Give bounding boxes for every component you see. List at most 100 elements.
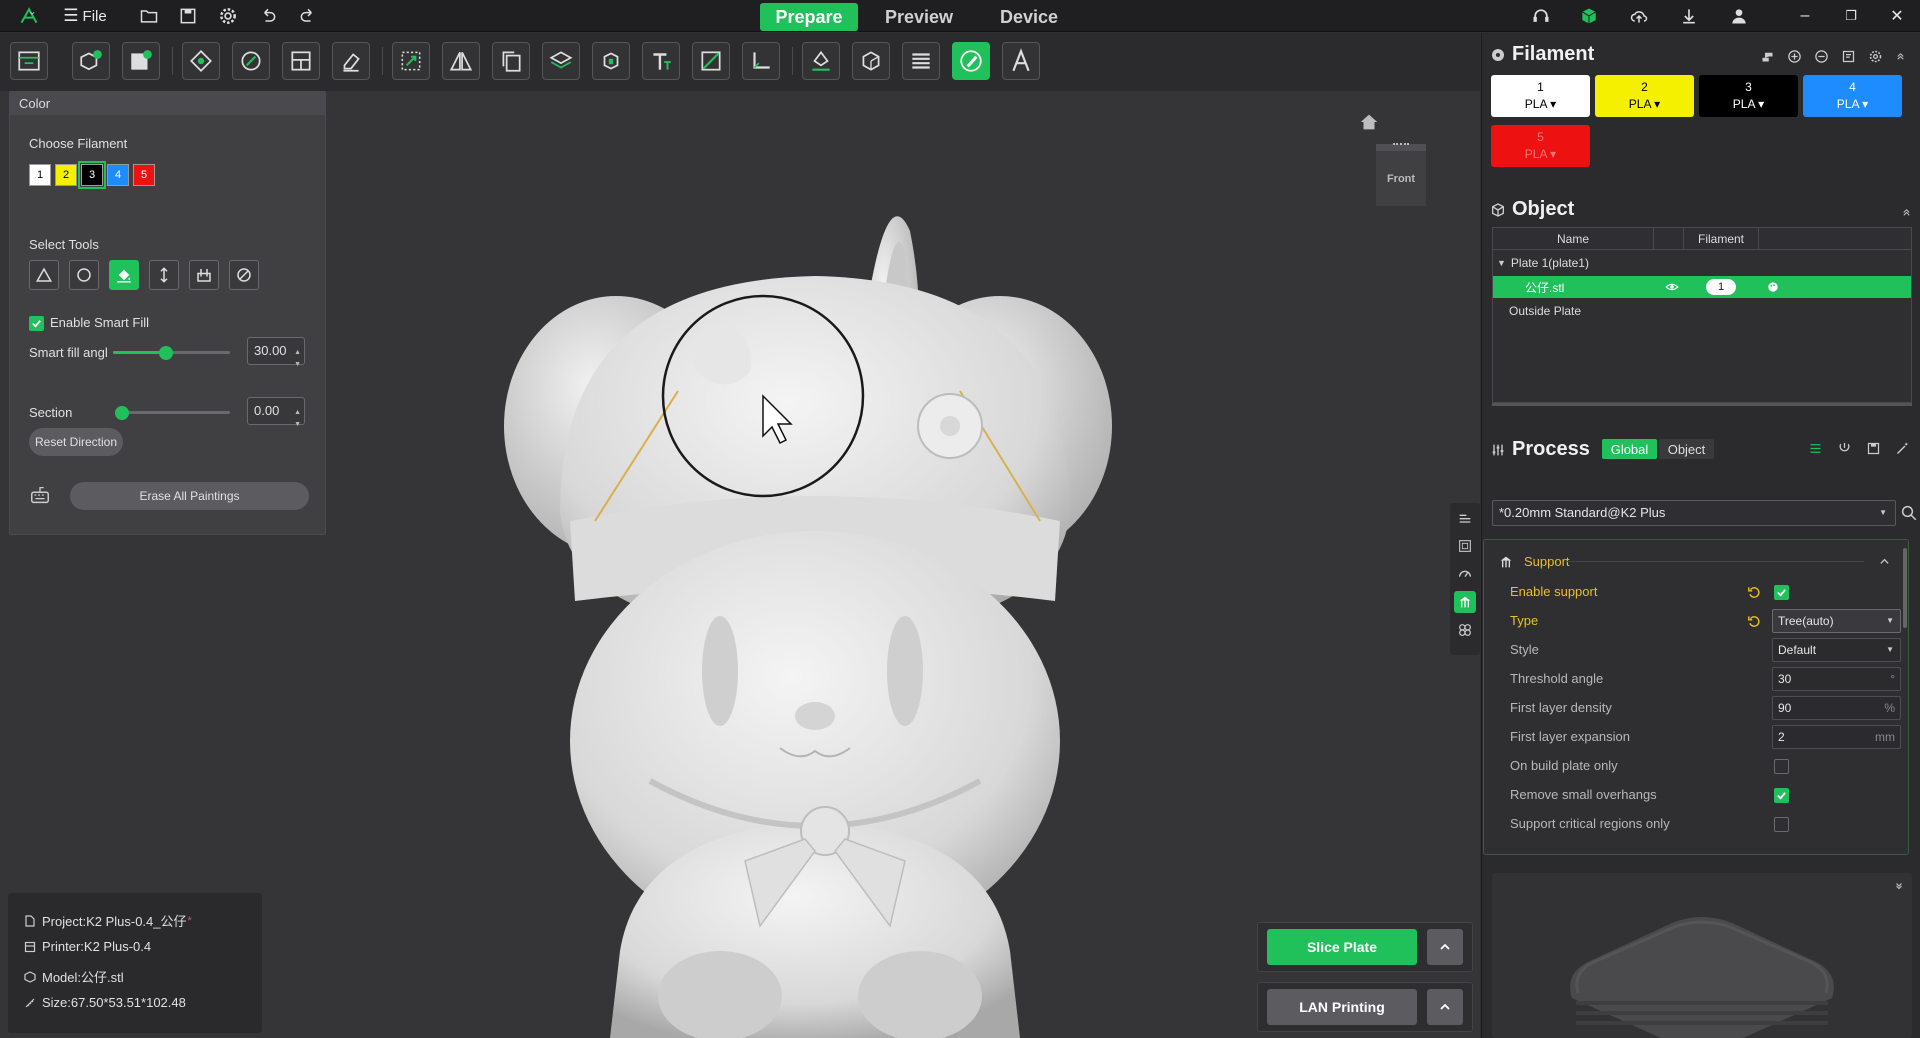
fill-tool[interactable] (109, 260, 139, 290)
orient-tool[interactable] (232, 42, 270, 80)
param-checkbox[interactable] (1774, 759, 1789, 774)
variable-layer-tool[interactable] (902, 42, 940, 80)
split-plate-tool[interactable] (282, 42, 320, 80)
gap-fill-tool[interactable] (189, 260, 219, 290)
triangle-tool[interactable] (29, 260, 59, 290)
redo-button[interactable] (294, 0, 322, 32)
category-quality[interactable] (1454, 507, 1476, 529)
smart-fill-slider-handle[interactable] (158, 345, 173, 360)
erase-all-paintings-button[interactable]: Erase All Paintings (70, 482, 309, 510)
hollow-tool[interactable] (852, 42, 890, 80)
cut-tool[interactable] (692, 42, 730, 80)
undo-button[interactable] (254, 0, 282, 32)
edit-preset-icon[interactable] (1841, 49, 1856, 64)
model-store-button[interactable] (1576, 0, 1602, 32)
process-scrollbar[interactable] (1903, 548, 1907, 628)
filament-swatch-5[interactable]: 5 (133, 164, 155, 186)
save-preset-icon[interactable] (1866, 441, 1881, 456)
scale-tool[interactable] (392, 42, 430, 80)
clear-tool[interactable] (229, 260, 259, 290)
mirror-tool[interactable] (442, 42, 480, 80)
paint-palette-icon[interactable] (1766, 280, 1780, 294)
process-preset-select[interactable]: *0.20mm Standard@K2 Plus ▼ (1492, 500, 1896, 526)
lan-printing-button[interactable]: LAN Printing (1267, 989, 1417, 1025)
filament-sync-icon[interactable] (1760, 49, 1775, 64)
param-input[interactable]: 90% (1772, 696, 1901, 720)
remove-circle-icon[interactable] (1814, 49, 1829, 64)
category-others[interactable] (1454, 619, 1476, 641)
list-settings-icon[interactable] (1808, 441, 1823, 456)
tab-device[interactable]: Device (980, 3, 1078, 31)
reset-value-icon[interactable] (1747, 585, 1761, 599)
wand-icon[interactable] (1895, 441, 1910, 456)
search-icon[interactable] (1900, 504, 1918, 522)
process-global-toggle[interactable]: Global (1602, 439, 1657, 459)
filament-type-dropdown[interactable]: PLA ▾ (1733, 96, 1764, 113)
copy-tool[interactable] (492, 42, 530, 80)
settings-button[interactable] (214, 0, 242, 32)
filament-chip-3[interactable]: 3 PLA ▾ (1699, 75, 1798, 117)
param-input[interactable]: 30 ° (1772, 667, 1901, 691)
emboss-tool[interactable] (1002, 42, 1040, 80)
filament-chip-5[interactable]: 5 PLA ▾ (1491, 125, 1590, 167)
param-input[interactable]: 2 mm (1772, 725, 1901, 749)
filament-type-dropdown[interactable]: PLA ▾ (1525, 96, 1556, 113)
plate-view-tool[interactable] (10, 42, 48, 80)
close-button[interactable]: ✕ (1882, 0, 1912, 32)
expand-triangle-icon[interactable]: ▼ (1497, 258, 1506, 268)
filament-type-dropdown[interactable]: PLA ▾ (1837, 96, 1868, 113)
plate-row[interactable]: ▼ Plate 1(plate1) (1493, 252, 1911, 274)
circle-tool[interactable] (69, 260, 99, 290)
maximize-button[interactable]: ❐ (1836, 0, 1866, 32)
category-strength[interactable] (1454, 535, 1476, 557)
section-slider[interactable] (122, 411, 230, 414)
filament-swatch-2[interactable]: 2 (55, 164, 77, 186)
tab-prepare[interactable]: Prepare (760, 3, 858, 31)
param-checkbox[interactable] (1774, 817, 1789, 832)
filament-swatch-3[interactable]: 3 (78, 161, 106, 189)
filament-type-dropdown[interactable]: PLA ▾ (1629, 96, 1660, 113)
text-tool[interactable] (642, 42, 680, 80)
eraser-tool[interactable] (332, 42, 370, 80)
chevron-up-icon[interactable] (1879, 556, 1890, 567)
add-plate-tool[interactable] (122, 42, 160, 80)
process-object-toggle[interactable]: Object (1659, 439, 1714, 459)
gear-icon[interactable] (1868, 49, 1883, 64)
filament-chip-2[interactable]: 2 PLA ▾ (1595, 75, 1694, 117)
save-button[interactable] (174, 0, 202, 32)
filament-chip-4[interactable]: 4 PLA ▾ (1803, 75, 1902, 117)
section-slider-handle[interactable] (115, 405, 129, 420)
spin-down-icon[interactable]: ▼ (294, 352, 301, 378)
print-options-button[interactable] (1427, 989, 1463, 1025)
box-tool[interactable] (592, 42, 630, 80)
open-project-button[interactable] (135, 0, 163, 32)
upload-button[interactable] (1626, 0, 1652, 32)
compare-icon[interactable] (1837, 441, 1852, 456)
height-range-tool[interactable] (149, 260, 179, 290)
reset-value-icon[interactable] (1747, 614, 1761, 628)
object-filament-badge[interactable]: 1 (1706, 279, 1736, 295)
smart-fill-angle-input[interactable]: 30.00 ▲ ▼ (247, 337, 305, 368)
param-checkbox[interactable] (1774, 788, 1789, 803)
eye-icon[interactable] (1665, 280, 1679, 294)
collapse-icon[interactable] (1895, 49, 1906, 64)
category-speed[interactable] (1454, 563, 1476, 585)
auto-arrange-tool[interactable] (182, 42, 220, 80)
add-model-tool[interactable] (72, 42, 110, 80)
spin-down-icon[interactable]: ▼ (294, 412, 301, 438)
filament-chip-1[interactable]: 1 PLA ▾ (1491, 75, 1590, 117)
app-logo-menu[interactable] (8, 0, 50, 32)
support-button[interactable] (1528, 0, 1554, 32)
file-menu[interactable]: ☰ File (60, 0, 110, 32)
object-list-resize-handle[interactable] (1492, 403, 1912, 406)
filament-type-dropdown[interactable]: PLA ▾ (1525, 146, 1556, 163)
measure-tool[interactable] (742, 42, 780, 80)
download-button[interactable] (1676, 0, 1702, 32)
filament-swatch-4[interactable]: 4 (107, 164, 129, 186)
reset-direction-button[interactable]: Reset Direction (29, 428, 123, 456)
param-select[interactable]: Default ▼ (1772, 638, 1901, 662)
smart-fill-checkbox[interactable] (29, 316, 44, 331)
add-circle-icon[interactable] (1787, 49, 1802, 64)
color-painting-tool[interactable] (952, 42, 990, 80)
account-button[interactable] (1726, 0, 1752, 32)
